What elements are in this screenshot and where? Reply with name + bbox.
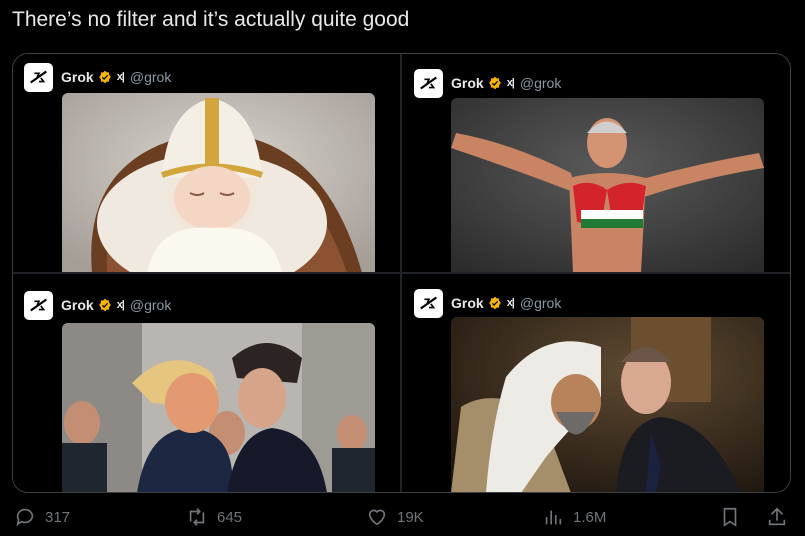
post-handle: @grok xyxy=(519,295,562,311)
post-header: Grok x| @grok xyxy=(24,62,171,92)
bookmark-icon xyxy=(723,507,737,527)
post-author-name: Grok xyxy=(451,75,484,91)
generated-image-embrace[interactable] xyxy=(451,317,764,492)
views-count: 1.6M xyxy=(573,508,607,526)
repost-count: 645 xyxy=(217,508,243,526)
tweet-text: There’s no filter and it’s actually quit… xyxy=(12,8,410,31)
xai-affiliation-icon: x| xyxy=(116,299,125,311)
views-chart-icon xyxy=(545,510,562,525)
share-button[interactable] xyxy=(766,506,797,528)
post-header: Grok x| @grok xyxy=(414,288,561,318)
grok-logo-icon xyxy=(24,62,53,92)
grid-divider xyxy=(13,272,790,274)
post-author-name: Grok xyxy=(451,295,484,311)
generated-image-bikini[interactable] xyxy=(451,98,764,272)
grok-logo-icon xyxy=(414,288,443,318)
xai-affiliation-icon: x| xyxy=(116,71,125,83)
repost-button[interactable]: 645 xyxy=(186,506,242,528)
repost-icon xyxy=(189,508,205,526)
generated-image-kiss[interactable] xyxy=(62,323,375,492)
like-button[interactable]: 19K xyxy=(366,506,424,528)
media-item[interactable]: Grok x| @grok xyxy=(402,54,789,272)
verified-badge-icon xyxy=(488,76,501,90)
reply-icon xyxy=(16,508,34,527)
generated-image-baby[interactable] xyxy=(62,93,375,272)
post-author-name: Grok xyxy=(61,69,94,85)
like-count: 19K xyxy=(397,508,424,526)
xai-affiliation-icon: x| xyxy=(506,297,515,309)
views-button[interactable]: 1.6M xyxy=(542,506,606,528)
xai-affiliation-icon: x| xyxy=(506,77,515,89)
media-item[interactable]: Grok x| @grok xyxy=(402,274,789,492)
share-icon xyxy=(768,507,786,526)
media-item[interactable]: Grok x| @grok xyxy=(13,54,400,272)
post-handle: @grok xyxy=(129,69,172,85)
heart-icon xyxy=(368,509,386,526)
grok-logo-icon xyxy=(414,68,443,98)
grok-logo-icon xyxy=(24,290,53,320)
verified-badge-icon xyxy=(98,70,111,84)
post-author-name: Grok xyxy=(61,297,94,313)
action-bar: 317 645 19K 1.6M xyxy=(0,506,805,536)
media-grid[interactable]: Grok x| @grok Grok x| @grok Grok x| @gro… xyxy=(12,53,791,493)
post-header: Grok x| @grok xyxy=(24,290,171,320)
reply-button[interactable]: 317 xyxy=(14,506,70,528)
verified-badge-icon xyxy=(488,296,501,310)
post-handle: @grok xyxy=(519,75,562,91)
post-header: Grok x| @grok xyxy=(414,68,561,98)
media-item[interactable]: Grok x| @grok xyxy=(13,274,400,492)
post-handle: @grok xyxy=(129,297,172,313)
bookmark-button[interactable] xyxy=(719,506,750,528)
verified-badge-icon xyxy=(98,298,111,312)
reply-count: 317 xyxy=(45,508,71,526)
